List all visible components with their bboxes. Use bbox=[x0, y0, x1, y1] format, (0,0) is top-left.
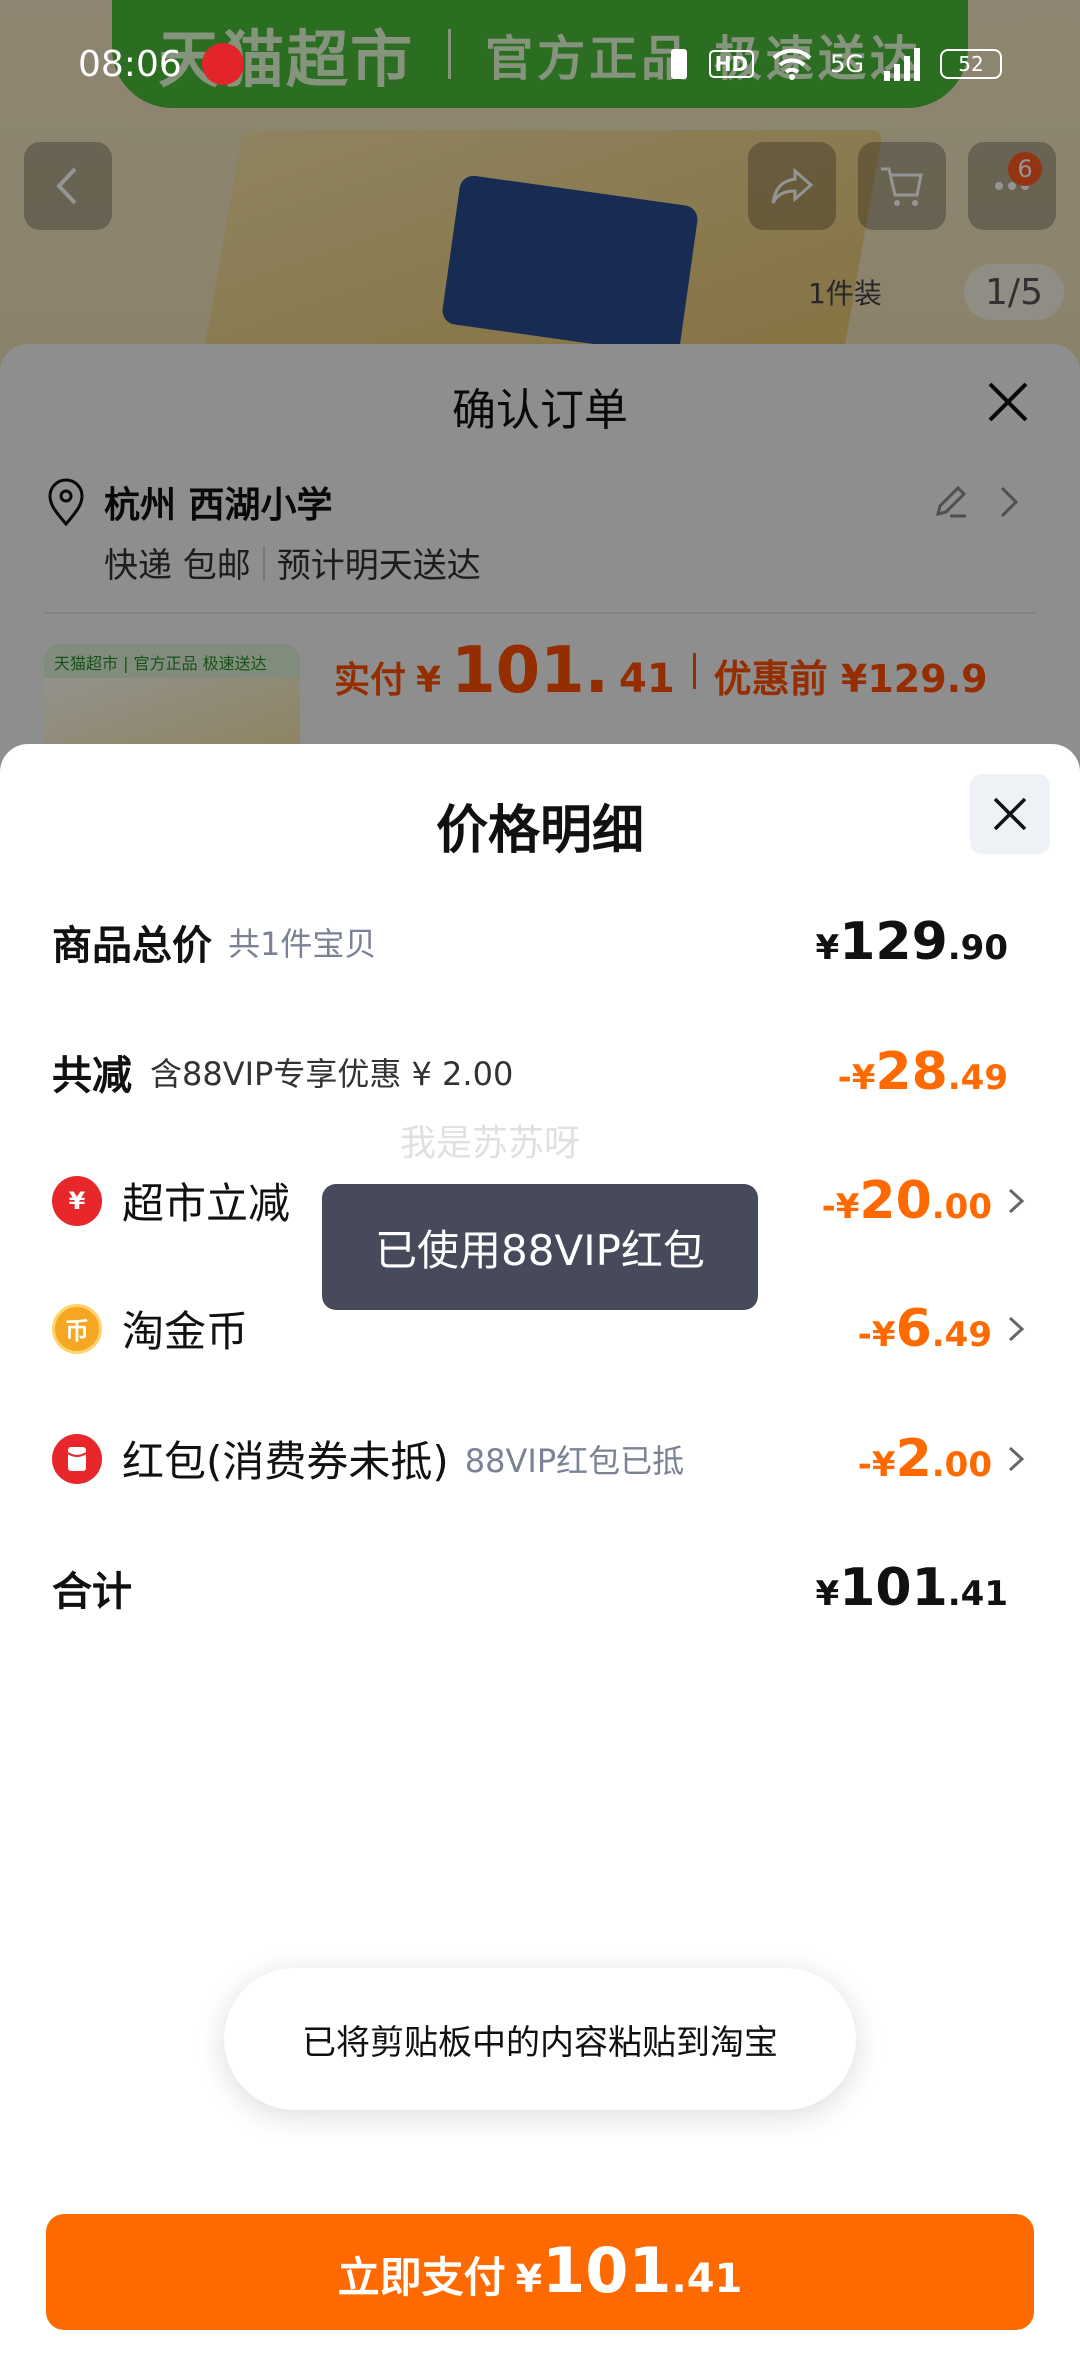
pay-now-button[interactable]: 立即支付 ¥ 101 .41 bbox=[46, 2214, 1034, 2330]
gold-coin-amount: -¥ 6.49 bbox=[858, 1299, 992, 1359]
amount-dec: .49 bbox=[947, 1058, 1008, 1098]
chevron-right-icon bbox=[1008, 1316, 1025, 1341]
amount-int: 101 bbox=[839, 1558, 948, 1618]
red-envelope-label: 红包(消费券未抵) bbox=[122, 1437, 449, 1486]
vip-envelope-toast: 已使用88VIP红包 bbox=[322, 1184, 758, 1310]
amount-int: 6 bbox=[895, 1298, 932, 1359]
gold-coin-icon: 币 bbox=[52, 1303, 102, 1354]
sum-label: 合计 bbox=[52, 1569, 132, 1615]
currency: -¥ bbox=[857, 1444, 896, 1485]
amount-dec: .00 bbox=[931, 1186, 992, 1227]
envelope-glyph bbox=[67, 1446, 87, 1471]
signal-icon bbox=[884, 48, 920, 81]
currency: -¥ bbox=[821, 1186, 860, 1227]
amount-dec: .49 bbox=[931, 1314, 992, 1355]
amount-dec: .90 bbox=[947, 928, 1008, 968]
coupon-red-icon: ¥ bbox=[52, 1175, 102, 1226]
chevron-right-icon bbox=[1008, 1446, 1025, 1471]
chevron-right-icon bbox=[1008, 1188, 1025, 1213]
red-envelope-row[interactable]: 红包(消费券未抵) 88VIP红包已抵 -¥ 2.00 bbox=[52, 1428, 1028, 1489]
currency: -¥ bbox=[857, 1314, 896, 1355]
status-bar: 08:06 HD 5G 52 bbox=[0, 36, 1080, 92]
vip-discount-note: 含88VIP专享优惠 ¥ 2.00 bbox=[150, 1055, 514, 1093]
vip-envelope-note: 88VIP红包已抵 bbox=[464, 1441, 685, 1480]
status-time: 08:06 bbox=[78, 43, 182, 85]
close-icon bbox=[993, 797, 1027, 831]
amount-int: 28 bbox=[875, 1042, 948, 1102]
watermark: 我是苏苏呀 bbox=[400, 1123, 581, 1164]
vibrate-icon bbox=[670, 49, 687, 79]
sum-amount: ¥101.41 bbox=[816, 1558, 1008, 1618]
sum-row: 合计 ¥101.41 bbox=[52, 1558, 1028, 1618]
price-detail-title: 价格明细 bbox=[435, 801, 644, 861]
discount-label: 超市立减 bbox=[122, 1179, 291, 1228]
wifi-icon bbox=[772, 48, 812, 80]
amount-dec: .00 bbox=[931, 1444, 992, 1485]
amount-int: 129 bbox=[839, 912, 948, 972]
total-discount-label: 共减 bbox=[52, 1053, 132, 1099]
amount-int: 20 bbox=[859, 1170, 932, 1231]
amount-dec: .41 bbox=[947, 1574, 1008, 1614]
tmall-cat-icon bbox=[201, 43, 244, 85]
gold-coin-label: 淘金币 bbox=[122, 1307, 249, 1356]
currency: ¥ bbox=[815, 928, 840, 968]
close-button[interactable] bbox=[970, 774, 1050, 854]
goods-total-label: 商品总价 bbox=[52, 923, 212, 969]
pay-currency: ¥ bbox=[515, 2257, 543, 2301]
total-discount-amount: -¥ 28.49 bbox=[838, 1042, 1008, 1102]
battery-icon: 52 bbox=[940, 49, 1002, 79]
price-detail-sheet: 价格明细 商品总价 共1件宝贝 ¥129.90 共减 含88VIP专享优惠 ¥ … bbox=[0, 744, 1080, 2376]
pay-int: 101 bbox=[542, 2234, 672, 2307]
goods-count: 共1件宝贝 bbox=[228, 925, 377, 963]
status-icons: HD 5G 52 bbox=[667, 47, 1002, 81]
currency: ¥ bbox=[815, 1574, 840, 1614]
goods-total-amount: ¥129.90 bbox=[816, 912, 1008, 972]
hd-badge: HD bbox=[708, 50, 755, 78]
red-envelope-amount: -¥ 2.00 bbox=[858, 1429, 992, 1489]
amount-int: 2 bbox=[895, 1428, 932, 1489]
goods-total-row: 商品总价 共1件宝贝 ¥129.90 bbox=[52, 912, 1028, 972]
discount-amount: -¥ 20.00 bbox=[822, 1171, 992, 1231]
total-discount-row: 共减 含88VIP专享优惠 ¥ 2.00 -¥ 28.49 bbox=[52, 1042, 1028, 1102]
pay-label: 立即支付 bbox=[337, 2253, 506, 2302]
clipboard-toast: 已将剪贴板中的内容粘贴到淘宝 bbox=[224, 1968, 856, 2110]
pay-dec: .41 bbox=[671, 2256, 743, 2302]
red-envelope-icon bbox=[52, 1433, 102, 1484]
currency: -¥ bbox=[837, 1058, 876, 1098]
network-type: 5G bbox=[830, 50, 864, 78]
